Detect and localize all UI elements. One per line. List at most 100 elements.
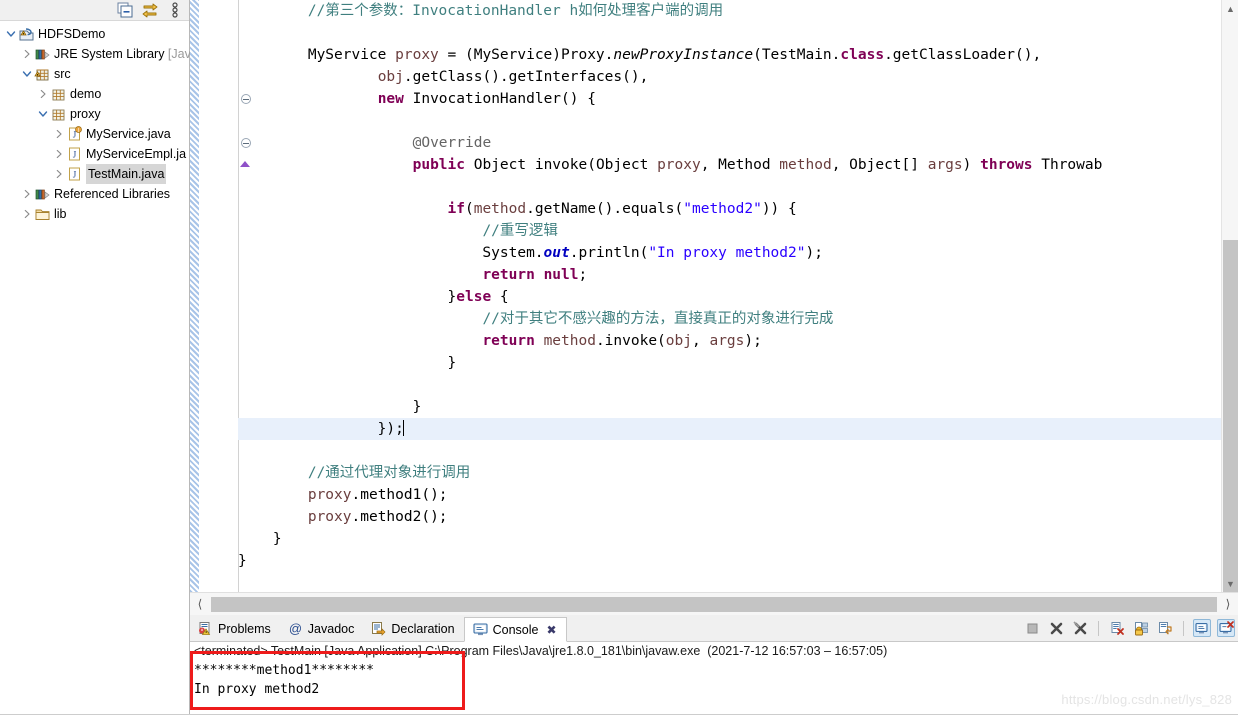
code-line[interactable]: return null;	[238, 264, 587, 286]
scroll-left-button[interactable]: ⟨	[190, 594, 210, 615]
code-line[interactable]: MyService proxy = (MyService)Proxy.newPr…	[238, 44, 1041, 66]
scroll-lock-icon[interactable]	[1132, 619, 1150, 637]
pin-console-icon[interactable]	[1193, 619, 1211, 637]
horizontal-scroll-thumb[interactable]	[211, 596, 1217, 612]
tree-item-hdfsdemo[interactable]: HDFSDemo	[0, 24, 189, 44]
code-editor[interactable]: //第三个参数：InvocationHandler h如何处理客户端的调用 My…	[190, 0, 1238, 592]
display-selected-console-icon[interactable]	[1217, 619, 1235, 637]
close-icon[interactable]: ✖	[546, 623, 556, 637]
chevron-right-icon[interactable]	[52, 124, 66, 144]
console-toolbar[interactable]	[1023, 615, 1238, 641]
code-line[interactable]: }else {	[238, 286, 509, 308]
console-icon	[473, 622, 488, 637]
console-output[interactable]: <terminated> TestMain [Java Application]…	[190, 642, 1238, 715]
scroll-up-button[interactable]: ▲	[1222, 0, 1238, 17]
chevron-down-icon[interactable]	[4, 24, 18, 44]
explorer-bottom-filler	[0, 615, 190, 715]
chevron-right-icon[interactable]	[52, 144, 66, 164]
code-line[interactable]: public Object invoke(Object proxy, Metho…	[238, 154, 1103, 176]
line-number-ruler	[199, 0, 239, 592]
code-line[interactable]: }	[238, 396, 422, 418]
library-icon	[34, 46, 51, 62]
tree-item-suffix: [Jav	[167, 47, 191, 61]
console-status-line: <terminated> TestMain [Java Application]…	[194, 644, 888, 658]
code-line[interactable]: obj.getClass().getInterfaces(),	[238, 66, 649, 88]
tree-item-label: lib	[54, 207, 67, 221]
tree-item-label: JRE System Library [Jav	[54, 47, 191, 61]
svg-text:@: @	[289, 621, 302, 636]
chevron-down-icon[interactable]	[36, 104, 50, 124]
link-with-editor-icon[interactable]	[142, 2, 158, 18]
code-line[interactable]: }	[238, 550, 247, 572]
chevron-right-icon[interactable]	[20, 204, 34, 224]
code-line[interactable]: if(method.getName().equals("method2")) {	[238, 198, 797, 220]
svg-text:I: I	[78, 128, 79, 134]
tree-item-proxy[interactable]: proxy	[0, 104, 189, 124]
text-caret	[402, 420, 404, 436]
java-file-icon: J	[66, 166, 83, 182]
tree-item-label: demo	[70, 87, 102, 101]
editor-vertical-scrollbar[interactable]: ▲ ▼	[1221, 0, 1238, 592]
word-wrap-icon[interactable]	[1156, 619, 1174, 637]
panel-tab-javadoc[interactable]: @ Javadoc	[280, 616, 364, 641]
code-line[interactable]: //通过代理对象进行调用	[238, 462, 470, 484]
code-line[interactable]: //重写逻辑	[238, 220, 557, 242]
code-line[interactable]: new InvocationHandler() {	[238, 88, 596, 110]
project-tree[interactable]: HDFSDemo JRE System Library [Jav src demo pr…	[0, 21, 191, 224]
svg-text:J: J	[73, 170, 77, 180]
panel-tab-console[interactable]: Console ✖	[463, 617, 567, 642]
code-line[interactable]: //对于其它不感兴趣的方法，直接真正的对象进行完成	[238, 308, 833, 330]
tree-item-label: proxy	[70, 107, 101, 121]
panel-tab-bar[interactable]: Problems @ Javadoc Declaration Console ✖	[190, 615, 1238, 642]
panel-tab-problems[interactable]: Problems	[190, 616, 280, 641]
chevron-right-icon[interactable]	[20, 44, 34, 64]
remove-all-terminated-icon[interactable]	[1071, 619, 1089, 637]
tree-item-src[interactable]: src	[0, 64, 189, 84]
scroll-down-button[interactable]: ▼	[1222, 575, 1238, 592]
tree-item-lib[interactable]: lib	[0, 204, 189, 224]
bottom-panel: Problems @ Javadoc Declaration Console ✖ <ter…	[190, 615, 1238, 715]
tree-item-label: HDFSDemo	[38, 27, 106, 41]
code-line[interactable]: proxy.method1();	[238, 484, 448, 506]
chevron-right-icon[interactable]	[36, 84, 50, 104]
collapse-all-icon[interactable]	[117, 2, 133, 18]
editor-horizontal-scrollbar[interactable]: ⟨ ⟩	[190, 592, 1238, 615]
tree-item-myservice-java[interactable]: J I MyService.java	[0, 124, 189, 144]
tree-item-label: MyServiceEmpl.ja	[86, 147, 187, 161]
watermark-text: https://blog.csdn.net/lys_828	[1061, 692, 1232, 707]
view-menu-icon[interactable]	[167, 2, 183, 18]
tree-item-myserviceempl-ja[interactable]: J MyServiceEmpl.ja	[0, 144, 189, 164]
code-line[interactable]: }	[238, 528, 282, 550]
tree-item-label: Referenced Libraries	[54, 187, 171, 201]
code-line[interactable]: @Override	[238, 132, 492, 154]
code-line[interactable]: proxy.method2();	[238, 506, 448, 528]
svg-text:J: J	[73, 150, 77, 160]
panel-tab-label: Javadoc	[307, 621, 355, 636]
chevron-right-icon[interactable]	[20, 184, 34, 204]
tree-item-testmain-java[interactable]: J TestMain.java	[0, 164, 189, 184]
vertical-scroll-thumb[interactable]	[1223, 240, 1238, 592]
javadoc-icon: @	[288, 621, 303, 636]
tree-item-referenced-libraries[interactable]: Referenced Libraries	[0, 184, 189, 204]
code-line[interactable]: //第三个参数：InvocationHandler h如何处理客户端的调用	[238, 0, 723, 22]
panel-tab-label: Problems	[218, 621, 271, 636]
chevron-right-icon[interactable]	[52, 164, 66, 184]
tree-item-jre-system-library[interactable]: JRE System Library [Jav	[0, 44, 191, 64]
code-line[interactable]: System.out.println("In proxy method2");	[238, 242, 823, 264]
annotation-ruler[interactable]	[190, 0, 199, 592]
panel-tab-label: Declaration	[391, 621, 455, 636]
problems-icon	[198, 621, 213, 636]
panel-tab-declaration[interactable]: Declaration	[363, 616, 463, 641]
code-line[interactable]: }	[238, 352, 457, 374]
code-line[interactable]: });	[238, 418, 404, 440]
clear-console-icon[interactable]	[1108, 619, 1126, 637]
tree-item-demo[interactable]: demo	[0, 84, 189, 104]
remove-launch-icon[interactable]	[1047, 619, 1065, 637]
package-explorer-view: HDFSDemo JRE System Library [Jav src demo pr…	[0, 0, 191, 615]
package-icon	[50, 106, 67, 122]
scroll-right-button[interactable]: ⟩	[1218, 594, 1238, 615]
chevron-down-icon[interactable]	[20, 64, 34, 84]
code-text-area[interactable]: //第三个参数：InvocationHandler h如何处理客户端的调用 My…	[238, 0, 1215, 592]
code-line[interactable]: return method.invoke(obj, args);	[238, 330, 761, 352]
terminate-icon[interactable]	[1023, 619, 1041, 637]
